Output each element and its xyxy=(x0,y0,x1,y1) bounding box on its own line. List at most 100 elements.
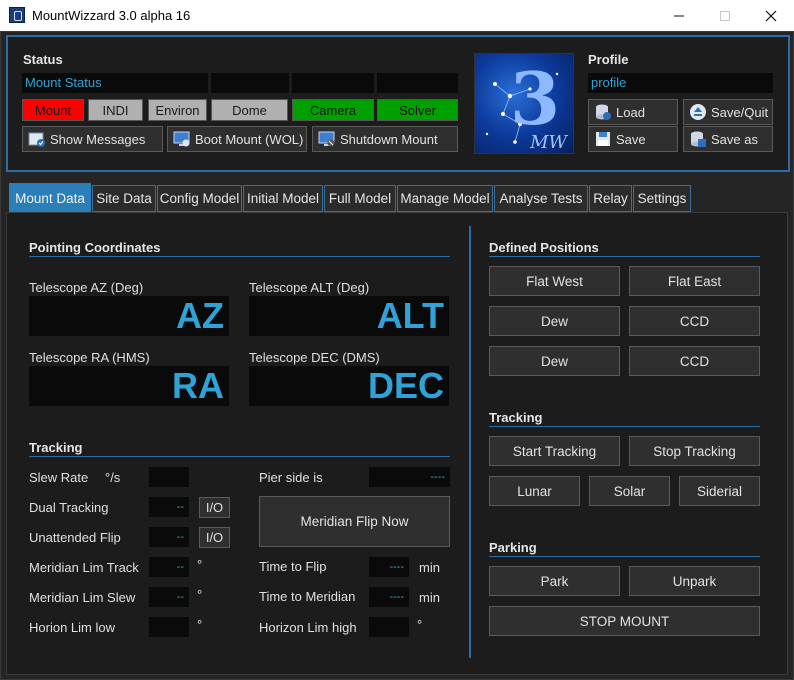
dec-display: DEC xyxy=(249,366,449,406)
profile-title: Profile xyxy=(588,52,629,67)
pointing-title: Pointing Coordinates xyxy=(29,240,161,255)
tab-analyse-tests[interactable]: Analyse Tests xyxy=(494,185,588,212)
unattended-flip-field: -- xyxy=(149,527,189,547)
save-quit-button[interactable]: Save/Quit xyxy=(683,99,773,125)
mountwizzard-logo: 3 MW xyxy=(474,53,574,154)
ra-display: RA xyxy=(29,366,229,406)
close-button[interactable] xyxy=(748,0,794,31)
window-title: MountWizzard 3.0 alpha 16 xyxy=(32,8,191,23)
panel-separator xyxy=(469,226,471,658)
profile-field[interactable]: profile xyxy=(588,73,773,93)
maximize-icon xyxy=(720,10,730,21)
ra-label: Telescope RA (HMS) xyxy=(29,350,150,365)
time-to-flip-unit: min xyxy=(419,560,440,575)
boot-mount-label: Boot Mount (WOL) xyxy=(195,131,304,147)
save-profile-button[interactable]: Save xyxy=(588,126,678,152)
boot-mount-button[interactable]: Boot Mount (WOL) xyxy=(167,126,307,152)
time-to-meridian-field: ---- xyxy=(369,587,409,607)
load-label: Load xyxy=(616,104,645,120)
horizon-low-unit: ° xyxy=(197,617,203,632)
unattended-flip-label: Unattended Flip xyxy=(29,530,121,545)
dome-indicator: Dome xyxy=(211,99,288,121)
database-save-icon xyxy=(691,131,706,147)
unattended-flip-toggle[interactable]: I/O xyxy=(199,527,230,548)
unpark-button[interactable]: Unpark xyxy=(629,566,760,596)
tab-site-data[interactable]: Site Data xyxy=(92,185,156,212)
environ-indicator: Environ xyxy=(148,99,207,121)
logo-mw: MW xyxy=(530,132,567,153)
tab-config-model[interactable]: Config Model xyxy=(157,185,242,212)
az-label: Telescope AZ (Deg) xyxy=(29,280,144,295)
park-button[interactable]: Park xyxy=(489,566,620,596)
dew-button-1[interactable]: Dew xyxy=(489,306,620,336)
solver-indicator: Solver xyxy=(377,99,458,121)
camera-indicator: Camera xyxy=(292,99,374,121)
parking-title: Parking xyxy=(489,540,537,555)
tracking-controls-title: Tracking xyxy=(489,410,543,425)
dual-tracking-toggle[interactable]: I/O xyxy=(199,497,230,518)
alt-display: ALT xyxy=(249,296,449,336)
mer-lim-track-unit: ° xyxy=(197,557,203,572)
app-icon xyxy=(9,7,25,23)
pier-side-field: ---- xyxy=(369,467,450,487)
ccd-button-2[interactable]: CCD xyxy=(629,346,760,376)
mer-lim-track-label: Meridian Lim Track xyxy=(29,560,139,575)
defined-positions-title: Defined Positions xyxy=(489,240,599,255)
start-tracking-button[interactable]: Start Tracking xyxy=(489,436,620,466)
ccd-button-1[interactable]: CCD xyxy=(629,306,760,336)
meridian-flip-now-button[interactable]: Meridian Flip Now xyxy=(259,496,450,547)
tracking-divider xyxy=(29,456,450,457)
dew-button-2[interactable]: Dew xyxy=(489,346,620,376)
save-as-label: Save as xyxy=(711,131,758,147)
alt-label: Telescope ALT (Deg) xyxy=(249,280,370,295)
solar-button[interactable]: Solar xyxy=(589,476,670,506)
tab-mount-data[interactable]: Mount Data xyxy=(9,183,91,213)
tab-relay[interactable]: Relay xyxy=(589,185,632,212)
status-title: Status xyxy=(23,52,63,67)
defined-positions-divider xyxy=(489,256,760,257)
flat-west-button[interactable]: Flat West xyxy=(489,266,620,296)
tab-manage-model[interactable]: Manage Model xyxy=(397,185,493,212)
tab-settings[interactable]: Settings xyxy=(633,185,691,212)
window-titlebar: MountWizzard 3.0 alpha 16 xyxy=(0,0,794,31)
stop-mount-button[interactable]: STOP MOUNT xyxy=(489,606,760,636)
pier-side-label: Pier side is xyxy=(259,470,323,485)
mount-data-panel: Pointing Coordinates Telescope AZ (Deg) … xyxy=(6,212,788,675)
parking-divider xyxy=(489,556,760,557)
time-to-flip-field: ---- xyxy=(369,557,409,577)
time-to-flip-label: Time to Flip xyxy=(259,559,327,574)
main-window: Status Mount Status Mount INDI Environ D… xyxy=(0,31,794,680)
dec-label: Telescope DEC (DMS) xyxy=(249,350,380,365)
az-display: AZ xyxy=(29,296,229,336)
shutdown-mount-button[interactable]: Shutdown Mount xyxy=(312,126,458,152)
tab-full-model[interactable]: Full Model xyxy=(324,185,396,212)
mer-lim-slew-field: -- xyxy=(149,587,189,607)
mer-lim-slew-unit: ° xyxy=(197,587,203,602)
horizon-high-unit: ° xyxy=(417,617,423,632)
status-frame: Status Mount Status Mount INDI Environ D… xyxy=(6,35,790,172)
indi-indicator: INDI xyxy=(88,99,143,121)
mount-indicator: Mount xyxy=(22,99,84,121)
lunar-button[interactable]: Lunar xyxy=(489,476,580,506)
status-field-2 xyxy=(211,73,289,93)
load-profile-button[interactable]: Load xyxy=(588,99,678,125)
horizon-low-label: Horion Lim low xyxy=(29,620,115,635)
horizon-high-label: Horizon Lim high xyxy=(259,620,357,635)
save-label: Save xyxy=(616,131,646,147)
monitor-off-icon xyxy=(318,131,335,147)
time-to-meridian-unit: min xyxy=(419,590,440,605)
minimize-icon xyxy=(674,15,684,16)
flat-east-button[interactable]: Flat East xyxy=(629,266,760,296)
stop-tracking-button[interactable]: Stop Tracking xyxy=(629,436,760,466)
save-as-button[interactable]: Save as xyxy=(683,126,773,152)
tab-initial-model[interactable]: Initial Model xyxy=(243,185,323,212)
show-messages-button[interactable]: Show Messages xyxy=(22,126,163,152)
save-quit-label: Save/Quit xyxy=(711,104,769,120)
monitor-icon xyxy=(173,131,190,147)
sidereal-button[interactable]: Siderial xyxy=(679,476,760,506)
minimize-button[interactable] xyxy=(656,0,702,31)
tracking-title: Tracking xyxy=(29,440,83,455)
slew-rate-unit: °/s xyxy=(105,470,121,485)
pointing-divider xyxy=(29,256,450,257)
maximize-button[interactable] xyxy=(702,0,748,31)
